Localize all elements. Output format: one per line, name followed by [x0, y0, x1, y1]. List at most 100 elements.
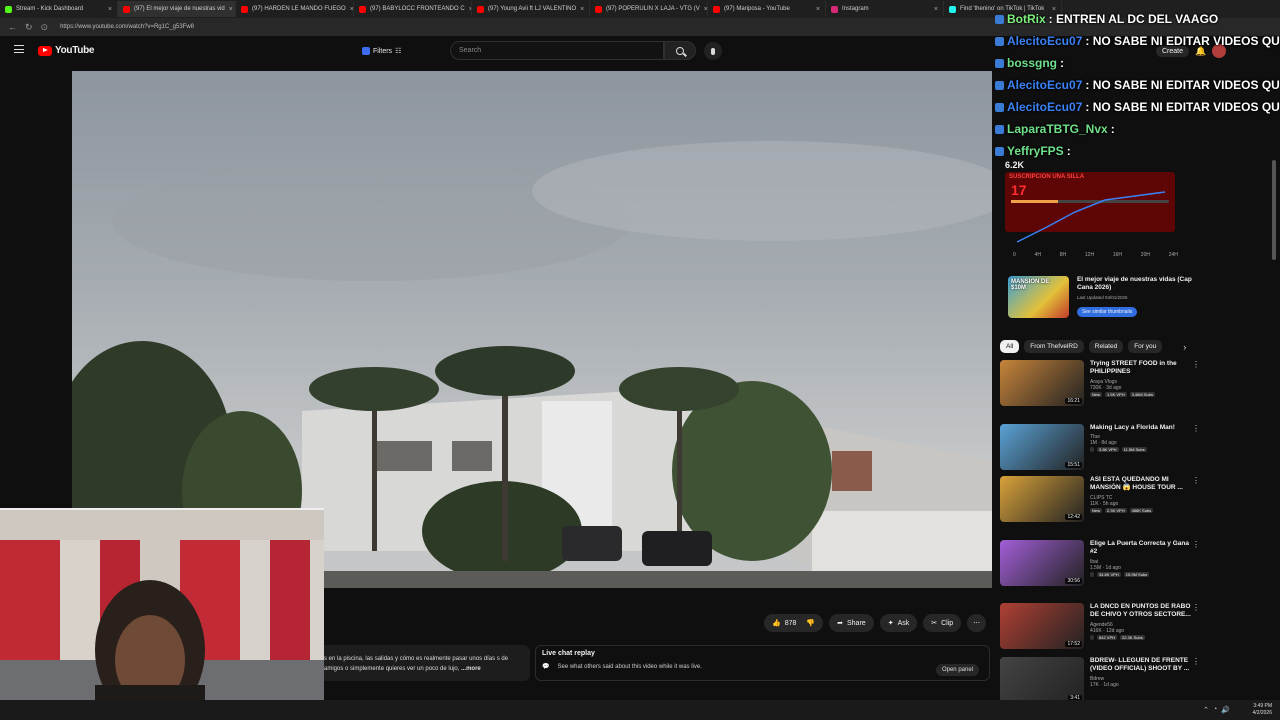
- recommended-video[interactable]: 30:56 Elige La Puerta Correcta y Gana #2 I…: [1000, 540, 1200, 588]
- ask-button[interactable]: ✦ Ask: [879, 614, 918, 632]
- more-link[interactable]: ...more: [461, 666, 481, 672]
- tab-title: (97) El mejor viaje de nuestras vid: [134, 6, 225, 12]
- close-tab-icon[interactable]: ×: [108, 6, 112, 13]
- video-thumbnail[interactable]: 12:42: [1000, 476, 1084, 522]
- recommended-video[interactable]: 12:42 ASÍ ESTÁ QUEDANDO MI MANSIÓN 😱 HOUS…: [1000, 476, 1200, 524]
- url-field[interactable]: https://www.youtube.com/watch?v=Rg1C_g53…: [60, 24, 194, 30]
- browser-tab[interactable]: Instagram ×: [826, 1, 944, 17]
- chip-for-you[interactable]: For you: [1128, 340, 1163, 353]
- taskbar-time: 3:49 PM: [1253, 703, 1272, 709]
- featured-thumbnail[interactable]: MANSION DE $10M: [1008, 276, 1069, 318]
- chat-username[interactable]: YeffryFPS: [1007, 140, 1064, 162]
- video-title[interactable]: BDREW- LLEGUEN DE FRENTE (VIDEO OFFICIAL…: [1090, 657, 1198, 674]
- recommended-video[interactable]: 16:21 Trying STREET FOOD in the PHILIPPIN…: [1000, 360, 1200, 408]
- sparkle-icon: ✦: [887, 620, 894, 627]
- share-button[interactable]: ➦ Share: [829, 614, 874, 632]
- voice-search-button[interactable]: [704, 42, 722, 60]
- filters-button[interactable]: Filters ☷: [362, 44, 401, 58]
- taskbar-clock[interactable]: 3:49 PM 4/2/2026: [1253, 703, 1272, 716]
- chat-message: BotRix: ENTREN AL DC DEL VAAGO: [995, 8, 1280, 30]
- chat-username[interactable]: LaparaTBTG_Nvx: [1007, 118, 1108, 140]
- more-options-icon[interactable]: ⋮: [1192, 540, 1200, 549]
- browser-tab[interactable]: Stream - Kick Dashboard ×: [0, 1, 118, 17]
- site-info-icon[interactable]: ⊙: [41, 22, 49, 33]
- clip-button[interactable]: ✂ Clip: [923, 614, 962, 632]
- recommended-video[interactable]: 15:51 Making Lacy a Florida Man! Tfue 1M · …: [1000, 424, 1200, 472]
- youtube-header: YouTube Filters ☷ Search: [0, 36, 995, 66]
- tab-favicon-icon: [949, 5, 956, 13]
- video-thumbnail[interactable]: 16:21: [1000, 360, 1084, 406]
- vph-tag: 2.3K VPH: [1105, 507, 1127, 513]
- scrollbar[interactable]: [1272, 160, 1276, 260]
- chat-username[interactable]: bossgng: [1007, 52, 1057, 74]
- video-thumbnail[interactable]: 15:51: [1000, 424, 1084, 470]
- volume-icon[interactable]: 🔊: [1221, 706, 1230, 714]
- similar-thumbnails-button[interactable]: See similar thumbnails: [1076, 306, 1138, 317]
- video-title[interactable]: Making Lacy a Florida Man!: [1090, 424, 1198, 432]
- search-input[interactable]: Search: [450, 41, 664, 60]
- like-button[interactable]: 👍 878 👎: [764, 614, 824, 632]
- browser-tab[interactable]: (97) POPERULIN X LAJA - VTG (V ×: [590, 1, 708, 17]
- close-tab-icon[interactable]: ×: [229, 6, 233, 13]
- recommended-video[interactable]: 3:41 BDREW- LLEGUEN DE FRENTE (VIDEO OFFI…: [1000, 657, 1200, 705]
- tab-favicon-icon: [241, 5, 248, 13]
- close-tab-icon[interactable]: ×: [580, 6, 584, 13]
- video-stats: 1.5M · 1d ago: [1090, 564, 1121, 571]
- chip-all[interactable]: All: [1000, 340, 1020, 353]
- vph-tag: 3.8K VPH: [1097, 447, 1119, 453]
- more-actions-button[interactable]: ⋯: [967, 614, 987, 632]
- browser-tab[interactable]: (97) HARDEN LE MANDO FUEGO ×: [236, 1, 354, 17]
- chat-message: AlecitoEcu07: NO SABE NI EDITAR VIDEOS Q…: [995, 74, 1280, 96]
- browser-tab[interactable]: (97) Young Avii ft LJ VALENTINO ×: [472, 1, 590, 17]
- browser-tab[interactable]: (97) El mejor viaje de nuestras vid ×: [118, 1, 236, 17]
- chat-username[interactable]: AlecitoEcu07: [1007, 30, 1082, 52]
- back-icon[interactable]: ←: [8, 22, 17, 32]
- video-title[interactable]: ASÍ ESTÁ QUEDANDO MI MANSIÓN 😱 HOUSE TOU…: [1090, 476, 1198, 493]
- chat-badge-icon: [995, 58, 1004, 68]
- chat-username[interactable]: AlecitoEcu07: [1007, 96, 1082, 118]
- open-panel-button[interactable]: Open panel: [935, 664, 979, 676]
- video-title[interactable]: Trying STREET FOOD in the PHILIPPINES: [1090, 360, 1198, 377]
- video-thumbnail[interactable]: 17:52: [1000, 603, 1084, 649]
- new-badge: [1090, 571, 1094, 577]
- more-options-icon[interactable]: ⋮: [1192, 476, 1200, 485]
- new-badge: [1090, 634, 1094, 640]
- chip-related[interactable]: Related: [1088, 340, 1124, 353]
- description-box[interactable]: s en la piscina, las salidas y cómo es r…: [320, 645, 530, 681]
- analytics-panel: 6.2K SUSCRIPCION UNA SILLA 17 0 4H 8H 12H 16…: [1005, 160, 1180, 260]
- browser-tab[interactable]: (97) Mariposa - YouTube ×: [708, 1, 826, 17]
- more-icon: ⋯: [973, 620, 981, 627]
- tab-favicon-icon: [123, 5, 130, 13]
- wifi-icon[interactable]: ◔: [1213, 706, 1217, 714]
- tab-title: (97) Mariposa - YouTube: [724, 6, 790, 12]
- video-title[interactable]: Elige La Puerta Correcta y Gana #2: [1090, 540, 1198, 557]
- more-options-icon[interactable]: ⋮: [1192, 657, 1200, 666]
- tab-title: Stream - Kick Dashboard: [16, 6, 84, 12]
- browser-tab[interactable]: (97) BABYLOCC FRONTEANDO C×: [354, 1, 472, 17]
- ask-label: Ask: [897, 619, 910, 627]
- menu-icon[interactable]: [14, 45, 24, 53]
- new-badge: [1090, 447, 1094, 453]
- reload-icon[interactable]: ↻: [25, 22, 33, 33]
- recommended-video[interactable]: 17:52 LA DNCD EN PUNTOS DE RABO DE CHIVO …: [1000, 603, 1200, 651]
- subs-tag: 22.3K Subs: [1120, 634, 1145, 640]
- video-thumbnail[interactable]: 3:41: [1000, 657, 1084, 703]
- close-tab-icon[interactable]: ×: [816, 6, 820, 13]
- video-title[interactable]: LA DNCD EN PUNTOS DE RABO DE CHIVO Y OTR…: [1090, 603, 1198, 620]
- chevron-up-icon[interactable]: ⌃: [1203, 706, 1209, 714]
- chat-username[interactable]: AlecitoEcu07: [1007, 74, 1082, 96]
- more-options-icon[interactable]: ⋮: [1192, 603, 1200, 612]
- close-tab-icon[interactable]: ×: [934, 6, 938, 13]
- chevron-right-icon[interactable]: ›: [1183, 342, 1186, 352]
- x-tick-label: 16H: [1112, 252, 1123, 258]
- more-options-icon[interactable]: ⋮: [1192, 360, 1200, 369]
- chip-from-thefvelrd[interactable]: From ThefvelRD: [1024, 340, 1084, 353]
- featured-video-card[interactable]: MANSION DE $10M El mejor viaje de nuestr…: [1008, 276, 1198, 324]
- video-thumbnail[interactable]: 30:56: [1000, 540, 1084, 586]
- chat-bubble-icon: 💬: [542, 664, 550, 670]
- chat-username[interactable]: BotRix: [1007, 8, 1046, 30]
- more-options-icon[interactable]: ⋮: [1192, 424, 1200, 433]
- youtube-logo[interactable]: YouTube: [38, 45, 95, 56]
- search-button[interactable]: [664, 41, 696, 60]
- thumbs-down-icon[interactable]: 👎: [806, 619, 815, 627]
